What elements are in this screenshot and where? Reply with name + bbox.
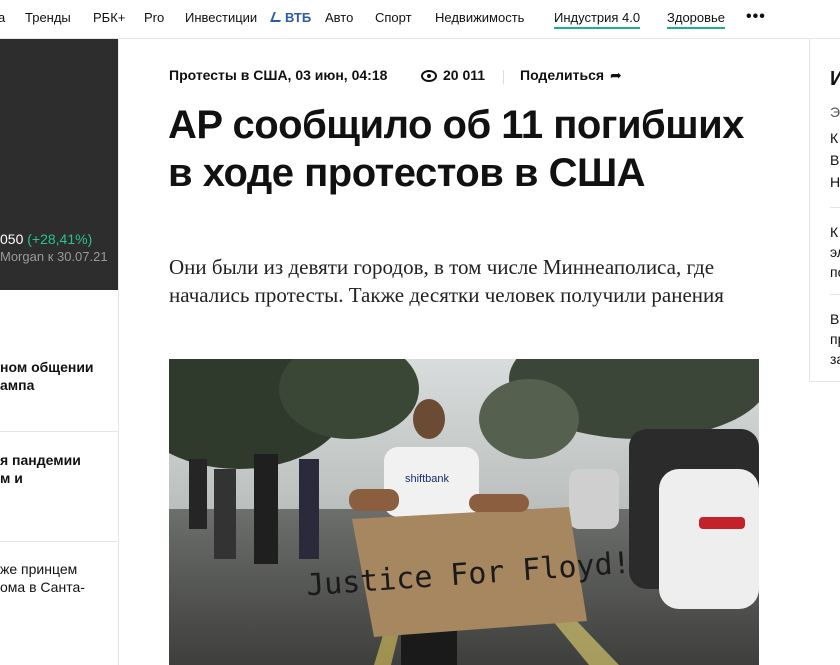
more-menu-icon[interactable]: ••• [746, 8, 766, 26]
eye-icon [421, 70, 437, 83]
right-text[interactable]: за [830, 349, 840, 369]
nav-item-health[interactable]: Здоровье [667, 10, 726, 29]
car-taillight [699, 517, 745, 529]
news-line: я пандемии [0, 452, 81, 468]
person-silhouette [254, 454, 278, 564]
right-text[interactable]: по [830, 262, 840, 282]
news-line: ома в Санта- [0, 579, 85, 595]
article-subtitle: Они были из девяти городов, в том числе … [169, 255, 724, 307]
view-counter: 20 011 [421, 67, 485, 83]
left-sidebar: 050 (+28,41%) Morgan к 30.07.21 ном обще… [0, 39, 119, 665]
news-line: же принцем [0, 561, 78, 577]
share-label: Поделиться [520, 67, 605, 83]
right-section-title: И [830, 68, 840, 90]
shirt-text: shiftbank [405, 473, 450, 485]
ticker-value: 050 (+28,41%) [0, 231, 92, 247]
news-line: ампа [0, 377, 35, 393]
divider [0, 431, 118, 432]
right-text[interactable]: эл [830, 242, 840, 262]
person-silhouette [214, 469, 236, 559]
right-text[interactable]: В [830, 150, 839, 170]
nav-item-sport[interactable]: Спорт [375, 10, 412, 25]
nav-item-investments[interactable]: Инвестиции [185, 10, 257, 25]
right-text: Э [830, 104, 840, 120]
article-title: AP сообщило об 11 погибших в ходе протес… [168, 103, 744, 195]
news-line: ном общении [0, 359, 94, 375]
left-news-item-1[interactable]: ном общении ампа [0, 358, 118, 394]
divider [830, 207, 840, 208]
photo-illustration: shiftbank Justice For Floyd! [169, 359, 759, 665]
article-photo[interactable]: shiftbank Justice For Floyd! [169, 359, 759, 665]
ticker-caption: Morgan к 30.07.21 [0, 249, 108, 264]
nav-item-realty[interactable]: Недвижимость [435, 10, 524, 25]
divider [830, 294, 840, 295]
person-silhouette [299, 459, 319, 559]
article-rubric-date[interactable]: Протесты в США, 03 июн, 04:18 [169, 67, 387, 83]
right-text[interactable]: Н [830, 172, 840, 192]
ticker-number: 050 [0, 231, 24, 247]
left-news-item-3[interactable]: же принцем ома в Санта- [0, 560, 118, 596]
news-line: м и [0, 470, 23, 486]
nav-item-pro[interactable]: Pro [144, 10, 164, 25]
sponsor-label: ВТБ [285, 10, 312, 25]
ticker-change: (+28,41%) [27, 231, 93, 247]
divider [0, 541, 118, 542]
nav-item-rbk-plus[interactable]: РБК+ [93, 10, 125, 25]
protester-arm-right [469, 494, 529, 512]
protester-head [413, 399, 445, 439]
person-silhouette [189, 459, 207, 529]
top-navigation: а Тренды РБК+ Pro Инвестиции ВТБ Авто Сп… [0, 0, 840, 39]
right-text[interactable]: К [830, 222, 838, 242]
market-widget[interactable]: 050 (+28,41%) Morgan к 30.07.21 [0, 39, 118, 290]
divider [503, 70, 504, 84]
car-distant [569, 469, 619, 529]
right-sidebar: И Э К В Н К эл по В пр за [809, 39, 840, 382]
views-count: 20 011 [443, 67, 486, 83]
share-arrow-icon: ➦ [610, 67, 622, 83]
nav-item-auto[interactable]: Авто [325, 10, 353, 25]
car-white [659, 469, 759, 609]
protester-arm-left [349, 489, 399, 511]
nav-item-trends[interactable]: Тренды [25, 10, 71, 25]
trees-right-2 [479, 379, 579, 459]
right-text[interactable]: В [830, 309, 839, 329]
right-text[interactable]: К [830, 128, 838, 148]
nav-item-partial[interactable]: а [0, 10, 5, 25]
vtb-logo-icon [270, 12, 284, 22]
right-text[interactable]: пр [830, 329, 840, 349]
share-button[interactable]: Поделиться ➦ [520, 67, 622, 84]
sponsor-vtb-link[interactable]: ВТБ [270, 10, 312, 25]
left-news-item-2[interactable]: я пандемии м и [0, 451, 118, 487]
nav-item-industry[interactable]: Индустрия 4.0 [554, 10, 641, 29]
